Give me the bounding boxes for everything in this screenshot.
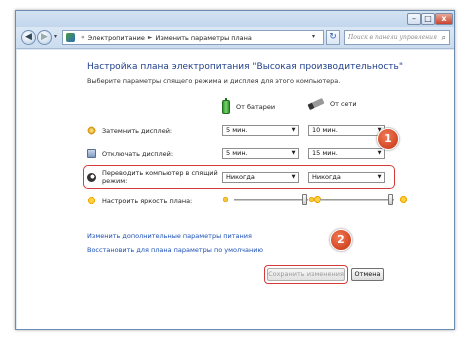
brightness-label: Настроить яркость плана: <box>102 196 193 205</box>
dim-display-battery-select[interactable]: 5 мин. ▼ <box>222 125 299 136</box>
minimize-button[interactable]: – <box>407 13 421 25</box>
maximize-button[interactable]: □ <box>421 13 435 25</box>
slider-thumb[interactable] <box>388 194 393 205</box>
search-placeholder: Поиск в панели управления <box>348 34 437 41</box>
breadcrumb-separator-icon[interactable]: ► <box>148 34 153 41</box>
column-label-battery: От батареи <box>236 103 276 111</box>
column-header-battery: От батареи <box>222 98 276 114</box>
breadcrumb-overflow-icon[interactable]: « <box>81 34 85 41</box>
dim-display-plugged-select[interactable]: 10 мин. ▼ <box>308 125 385 136</box>
search-icon[interactable]: ⌕ <box>442 31 446 44</box>
brightness-high-icon <box>398 194 409 205</box>
dim-display-row: Затемнить дисплей: <box>87 126 172 135</box>
column-label-plugged-in: От сети <box>330 100 357 108</box>
page-subtitle: Выберите параметры спящего режима и дисп… <box>87 77 341 85</box>
slider-track[interactable] <box>234 199 308 201</box>
control-panel-window: – □ x ◀ ▶ ▾ « Электропитание ► Изменить … <box>15 10 455 330</box>
dim-display-plugged-value: 10 мин. <box>312 126 338 134</box>
chevron-down-icon: ▼ <box>291 150 296 156</box>
turn-off-display-plugged-value: 15 мин. <box>312 149 338 157</box>
main-content: Настройка плана электропитания "Высокая … <box>17 50 454 329</box>
advanced-settings-link[interactable]: Изменить дополнительные параметры питани… <box>87 232 252 240</box>
turn-off-display-row: Отключать дисплей: <box>87 149 173 158</box>
step-badge-2: 2 <box>330 229 352 251</box>
dim-display-battery-value: 5 мин. <box>226 126 248 134</box>
dim-display-label: Затемнить дисплей: <box>102 126 173 135</box>
address-bar[interactable]: « Электропитание ► Изменить параметры пл… <box>62 30 324 45</box>
breadcrumb-edit-plan[interactable]: Изменить параметры плана <box>156 34 252 42</box>
monitor-icon <box>87 149 96 158</box>
search-input[interactable]: Поиск в панели управления ⌕ <box>344 30 450 45</box>
slider-track[interactable] <box>320 199 394 201</box>
navigation-bar: ◀ ▶ ▾ « Электропитание ► Изменить параме… <box>16 27 454 49</box>
brightness-sun-icon <box>87 196 96 205</box>
chevron-down-icon: ▼ <box>291 127 296 133</box>
power-plug-icon <box>307 97 325 111</box>
column-header-plugged-in: От сети <box>307 97 357 111</box>
title-bar: – □ x <box>16 11 454 27</box>
restore-defaults-link[interactable]: Восстановить для плана параметры по умол… <box>87 246 263 254</box>
forward-button[interactable]: ▶ <box>37 30 52 45</box>
page-title: Настройка плана электропитания "Высокая … <box>87 62 403 72</box>
brightness-low-icon <box>308 196 315 203</box>
brightness-plugged-slider[interactable] <box>308 194 410 206</box>
turn-off-display-plugged-select[interactable]: 15 мин. ▼ <box>308 148 385 159</box>
slider-thumb[interactable] <box>302 194 307 205</box>
breadcrumb-power-options[interactable]: Электропитание <box>88 34 145 42</box>
chevron-down-icon: ▼ <box>377 150 382 156</box>
brightness-row: Настроить яркость плана: <box>87 196 192 205</box>
control-panel-icon <box>66 33 75 42</box>
close-button[interactable]: x <box>435 13 453 25</box>
turn-off-display-battery-value: 5 мин. <box>226 149 248 157</box>
turn-off-display-battery-select[interactable]: 5 мин. ▼ <box>222 148 299 159</box>
recent-pages-dropdown-icon[interactable]: ▾ <box>54 33 57 40</box>
turn-off-display-label: Отключать дисплей: <box>102 149 174 158</box>
cancel-button[interactable]: Отмена <box>351 268 384 281</box>
refresh-icon[interactable]: ↻ <box>326 30 340 45</box>
battery-icon <box>222 98 230 114</box>
save-highlight-frame <box>264 265 348 284</box>
step-badge-1: 1 <box>377 128 399 150</box>
sleep-highlight-frame <box>83 165 395 189</box>
address-dropdown-icon[interactable]: ▾ <box>312 33 315 40</box>
back-button[interactable]: ◀ <box>21 30 36 45</box>
brightness-low-icon <box>222 196 229 203</box>
dim-display-icon <box>87 126 96 135</box>
